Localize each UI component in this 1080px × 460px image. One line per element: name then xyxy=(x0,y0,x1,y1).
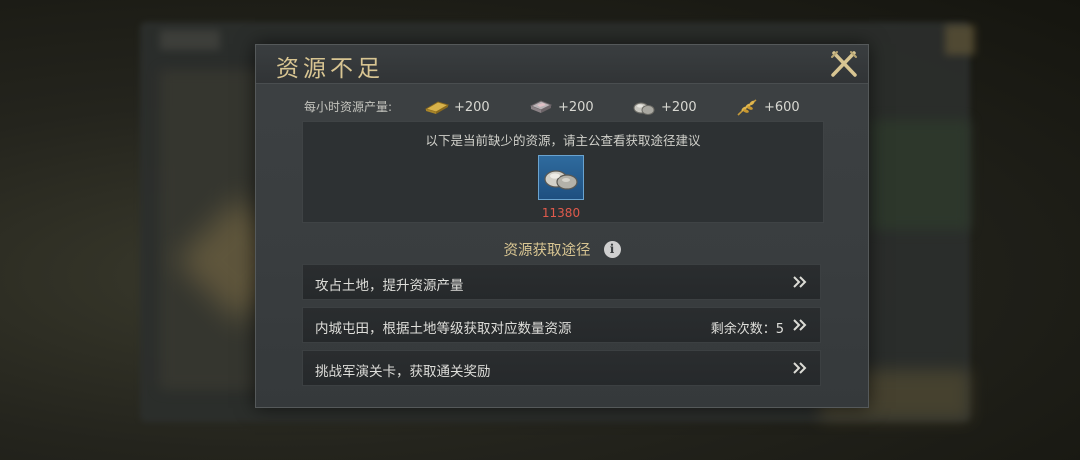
path-label: 内城屯田，根据土地等级获取对应数量资源 xyxy=(315,321,572,337)
path-row-farm[interactable]: 内城屯田，根据土地等级获取对应数量资源 剩余次数：5 xyxy=(302,307,821,343)
shortage-amount: 11380 xyxy=(541,206,581,220)
resource-gold: +200 xyxy=(424,96,490,118)
resource-stone: +200 xyxy=(631,96,697,118)
gold-bar-icon xyxy=(424,101,450,114)
resource-amount: +200 xyxy=(454,99,490,115)
shortage-item-card[interactable] xyxy=(538,155,584,200)
resource-amount: +600 xyxy=(764,99,800,115)
remaining-count: 剩余次数：5 xyxy=(710,322,784,337)
stone-icon xyxy=(633,102,655,115)
hourly-production-label: 每小时资源产量: xyxy=(304,100,393,114)
close-button[interactable] xyxy=(828,48,860,80)
hourly-production-row: 每小时资源产量: +200 +200 +200 +600 xyxy=(304,96,824,118)
resource-amount: +200 xyxy=(558,99,594,115)
resource-iron: +200 xyxy=(528,96,594,118)
resource-grain: +600 xyxy=(734,96,800,118)
path-row-military-drill[interactable]: 挑战军演关卡，获取通关奖励 xyxy=(302,350,821,386)
iron-ingot-icon xyxy=(529,100,553,113)
double-chevron-right-icon xyxy=(793,276,807,288)
double-chevron-right-icon xyxy=(793,362,807,374)
path-row-conquer-land[interactable]: 攻占土地，提升资源产量 xyxy=(302,264,821,300)
resource-shortage-dialog: 资源不足 每小时资源产量: +200 +200 +200 +600 以下是当前缺… xyxy=(255,44,869,408)
acquisition-title: 资源获取途径 xyxy=(503,243,591,259)
background-sidebar xyxy=(870,120,970,230)
stone-icon xyxy=(544,170,578,190)
background-icon xyxy=(945,25,975,55)
title-bar: 资源不足 xyxy=(256,45,868,84)
resource-amount: +200 xyxy=(661,99,697,115)
double-chevron-right-icon xyxy=(793,319,807,331)
dialog-title: 资源不足 xyxy=(276,56,384,82)
info-icon[interactable]: i xyxy=(603,241,621,258)
background-tab xyxy=(160,30,220,50)
shortage-hint: 以下是当前缺少的资源，请主公查看获取途径建议 xyxy=(425,133,701,148)
path-label: 挑战军演关卡，获取通关奖励 xyxy=(315,364,491,380)
close-icon xyxy=(831,51,857,77)
acquisition-header: 资源获取途径 i xyxy=(256,239,868,260)
shortage-panel: 以下是当前缺少的资源，请主公查看获取途径建议 11380 xyxy=(302,121,824,223)
path-label: 攻占土地，提升资源产量 xyxy=(315,278,464,294)
grain-icon xyxy=(737,99,757,116)
